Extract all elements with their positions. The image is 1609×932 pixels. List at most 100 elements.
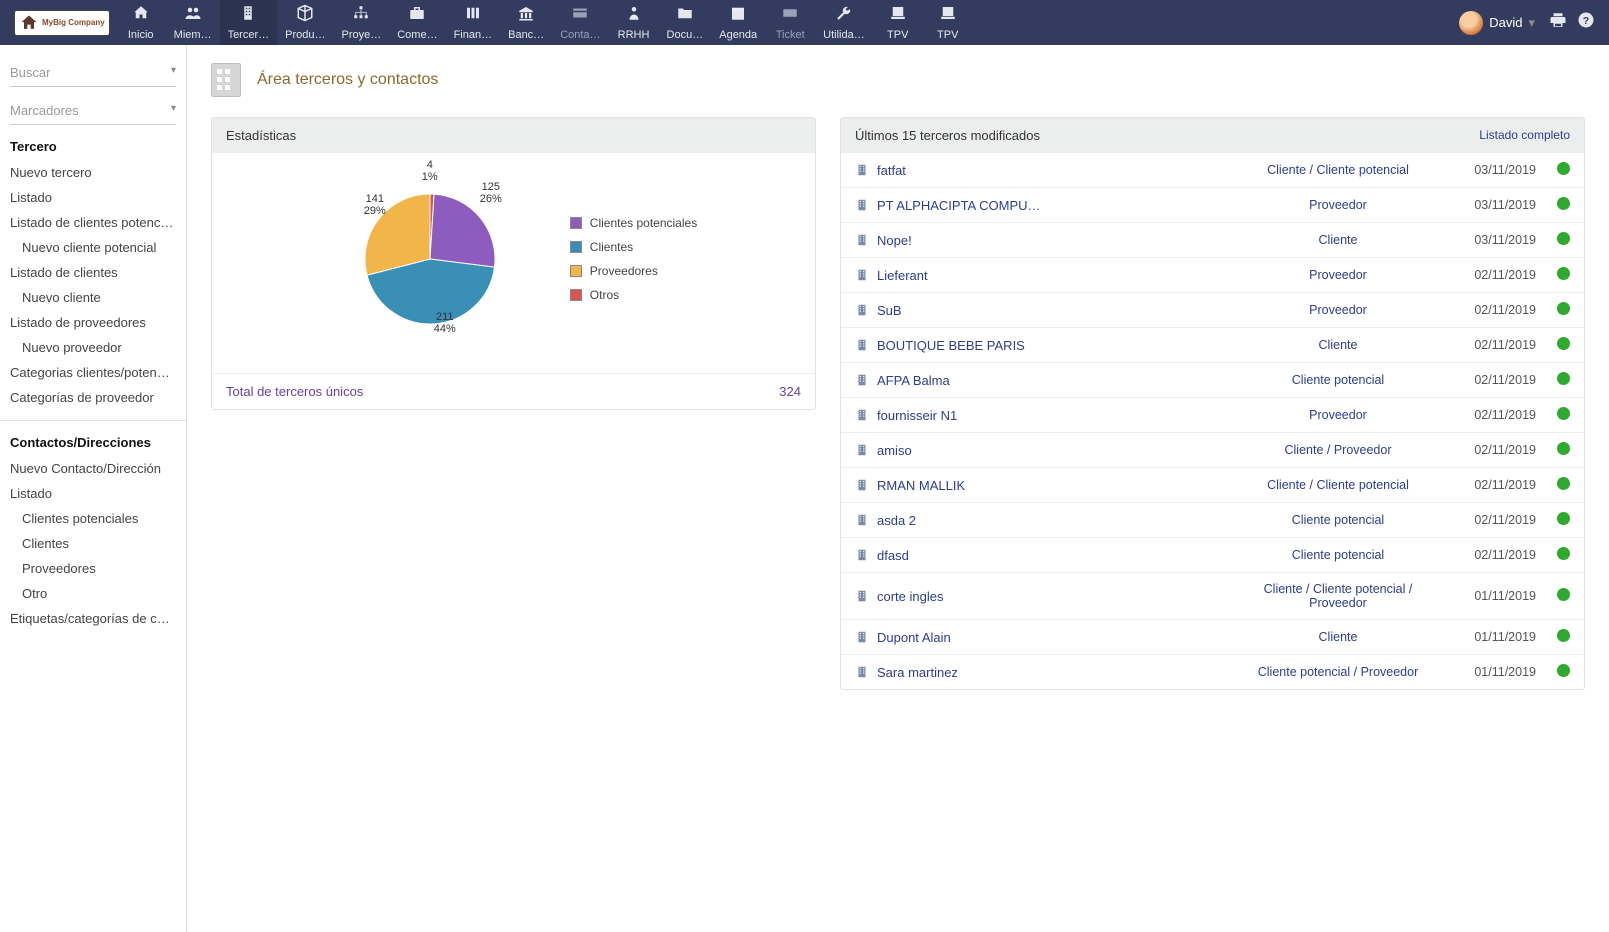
tercero-type[interactable]: Cliente potencial [1248, 548, 1428, 562]
nav-usertie[interactable]: RRHH [609, 0, 659, 45]
tercero-type[interactable]: Cliente / Cliente potencial / Proveedor [1248, 582, 1428, 610]
building-icon [239, 4, 257, 27]
tercero-link[interactable]: corte ingles [877, 589, 943, 604]
tercero-link[interactable]: asda 2 [877, 513, 916, 528]
chevron-down-icon: ▾ [1528, 15, 1535, 31]
tercero-link[interactable]: fournisseir N1 [877, 408, 957, 423]
bookmarks-input[interactable]: Marcadores ▾ [10, 97, 176, 125]
sidebar-item[interactable]: Clientes [0, 531, 186, 556]
status-badge [1544, 442, 1570, 458]
sidebar-item[interactable]: Listado [0, 481, 186, 506]
sidebar-item[interactable]: Listado de clientes [0, 260, 186, 285]
briefcase-icon [408, 4, 426, 27]
status-badge [1544, 337, 1570, 353]
calendar-icon [729, 4, 747, 27]
register-icon [939, 4, 957, 27]
tercero-link[interactable]: dfasd [877, 548, 909, 563]
table-row: PT ALPHACIPTA COMPUT…Proveedor03/11/2019 [841, 188, 1584, 223]
tercero-link[interactable]: amiso [877, 443, 912, 458]
tercero-type[interactable]: Cliente / Proveedor [1248, 443, 1428, 457]
tercero-date: 03/11/2019 [1436, 163, 1536, 177]
table-row: Lieferant Proveedor 02/11/2019 [841, 258, 1584, 293]
total-terceros-link[interactable]: Total de terceros únicos [226, 384, 363, 399]
tercero-type[interactable]: Cliente / Cliente potencial [1248, 163, 1428, 177]
full-list-link[interactable]: Listado completo [1479, 129, 1570, 142]
sidebar-item[interactable]: Listado [0, 185, 186, 210]
sidebar-item[interactable]: Categorias clientes/potenci… [0, 360, 186, 385]
tercero-link[interactable]: PT ALPHACIPTA COMPUT… [877, 198, 1047, 213]
nav-wrench[interactable]: Utilida… [815, 0, 873, 45]
home-icon [132, 4, 150, 27]
nav-building[interactable]: Tercer… [220, 0, 278, 45]
search-input[interactable]: Buscar ▾ [10, 59, 176, 87]
user-name: David [1489, 15, 1522, 30]
user-menu[interactable]: David ▾ [1451, 0, 1543, 45]
table-row: BOUTIQUE BEBE PARISCliente02/11/2019 [841, 328, 1584, 363]
sidebar-item[interactable]: Otro [0, 581, 186, 606]
tercero-type[interactable]: Proveedor [1248, 303, 1428, 317]
table-row: RMAN MALLIKCliente / Cliente potencial02… [841, 468, 1584, 503]
tercero-type[interactable]: Cliente potencial / Proveedor [1248, 665, 1428, 679]
sidebar-item[interactable]: Categorías de proveedor [0, 385, 186, 410]
tercero-type[interactable]: Proveedor [1248, 268, 1428, 282]
house-icon [19, 13, 39, 33]
nav-box[interactable]: Produ… [277, 0, 333, 45]
brand-logo[interactable]: MyBig Company [8, 0, 116, 45]
sidebar-item[interactable]: Nuevo tercero [0, 160, 186, 185]
sidebar-item[interactable]: Etiquetas/categorías de co… [0, 606, 186, 631]
avatar [1459, 11, 1483, 35]
nav-books[interactable]: Finan… [446, 0, 501, 45]
tercero-link[interactable]: Lieferant [877, 268, 928, 283]
nav-folder[interactable]: Docu… [659, 0, 712, 45]
sidebar-item[interactable]: Nuevo cliente [0, 285, 186, 310]
nav-users[interactable]: Miem… [166, 0, 220, 45]
tercero-type[interactable]: Cliente potencial [1248, 513, 1428, 527]
nav-card[interactable]: Conta… [552, 0, 608, 45]
nav-home[interactable]: Inicio [116, 0, 166, 45]
tercero-link[interactable]: RMAN MALLIK [877, 478, 965, 493]
help-icon[interactable]: ? [1577, 11, 1595, 34]
sidebar-item[interactable]: Nuevo cliente potencial [0, 235, 186, 260]
nav-register[interactable]: TPV [873, 0, 923, 45]
sidebar-item[interactable]: Proveedores [0, 556, 186, 581]
nav-register[interactable]: TPV [923, 0, 973, 45]
sidebar-item[interactable]: Clientes potenciales [0, 506, 186, 531]
tercero-date: 01/11/2019 [1436, 589, 1536, 603]
tercero-type[interactable]: Proveedor [1248, 198, 1428, 212]
tercero-link[interactable]: Sara martinez [877, 665, 958, 680]
sidebar-item[interactable]: Listado de clientes potenci… [0, 210, 186, 235]
legend-item: Otros [570, 288, 697, 302]
tercero-type[interactable]: Cliente [1248, 630, 1428, 644]
sidebar-item[interactable]: Nuevo proveedor [0, 335, 186, 360]
tercero-type[interactable]: Proveedor [1248, 408, 1428, 422]
tercero-type[interactable]: Cliente / Cliente potencial [1248, 478, 1428, 492]
sidebar-item[interactable]: Listado de proveedores [0, 310, 186, 335]
tercero-link[interactable]: BOUTIQUE BEBE PARIS [877, 338, 1025, 353]
table-row: fatfat Cliente / Cliente potencial 03/11/2… [841, 153, 1584, 188]
tercero-type[interactable]: Cliente potencial [1248, 373, 1428, 387]
swatch-icon [570, 241, 582, 253]
nav-ticket[interactable]: Ticket [765, 0, 815, 45]
register-icon [889, 4, 907, 27]
tercero-date: 02/11/2019 [1436, 268, 1536, 282]
tercero-type[interactable]: Cliente [1248, 338, 1428, 352]
status-badge [1544, 547, 1570, 563]
sidebar-item[interactable]: Nuevo Contacto/Dirección [0, 456, 186, 481]
nav-bank[interactable]: Banc… [500, 0, 552, 45]
tercero-link[interactable]: AFPA Balma [877, 373, 950, 388]
tercero-link[interactable]: Nope! [877, 233, 912, 248]
nav-briefcase[interactable]: Come… [389, 0, 445, 45]
tercero-link[interactable]: SuB [877, 303, 902, 318]
chevron-down-icon: ▾ [171, 65, 176, 80]
tercero-link[interactable]: fatfat [877, 163, 906, 178]
status-badge [1544, 267, 1570, 283]
tercero-link[interactable]: Dupont Alain [877, 630, 951, 645]
nav-sitemap[interactable]: Proye… [333, 0, 389, 45]
nav-calendar[interactable]: Agenda [711, 0, 765, 45]
print-icon[interactable] [1549, 11, 1567, 34]
tercero-type[interactable]: Cliente [1248, 233, 1428, 247]
pie-chart: 4 1% 125 26% 211 44% 141 [330, 159, 530, 359]
building-icon [855, 478, 869, 492]
building-icon [855, 630, 869, 644]
total-value: 324 [779, 384, 801, 399]
